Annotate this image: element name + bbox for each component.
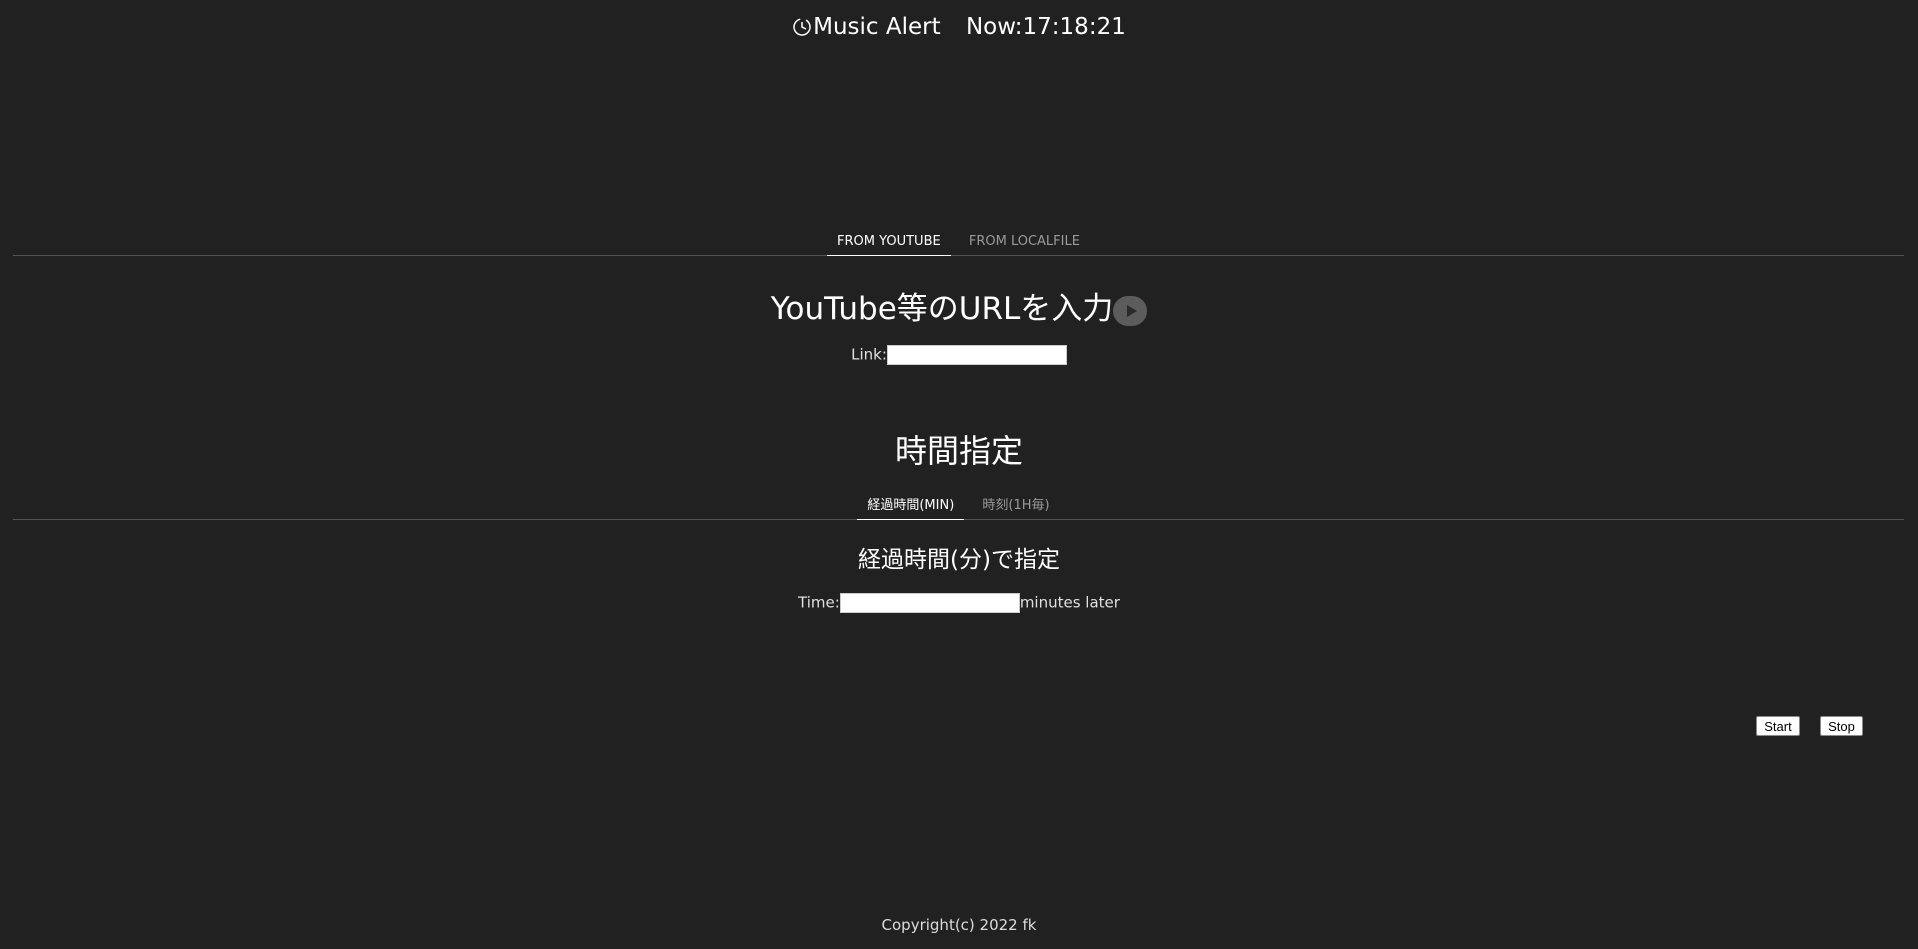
music-alert-page: Music Alert Now:17:18:21 FROM YOUTUBE FR… bbox=[0, 0, 1918, 949]
link-row: Link: bbox=[0, 345, 1918, 365]
youtube-play-icon bbox=[1113, 296, 1148, 326]
footer-copyright: Copyright(c) 2022 fk bbox=[881, 916, 1037, 934]
elapsed-heading: 経過時間(分)で指定 bbox=[858, 547, 1060, 573]
tab-hourly-time[interactable]: 時刻(1H毎) bbox=[972, 494, 1059, 519]
source-tabs: FROM YOUTUBE FROM LOCALFILE bbox=[13, 234, 1904, 256]
stop-button[interactable]: Stop bbox=[1820, 716, 1863, 736]
tab-from-localfile[interactable]: FROM LOCALFILE bbox=[959, 234, 1090, 255]
link-label: Link: bbox=[851, 345, 887, 364]
tab-from-youtube[interactable]: FROM YOUTUBE bbox=[827, 234, 951, 256]
time-tabs: 経過時間(MIN) 時刻(1H毎) bbox=[13, 494, 1904, 520]
app-header: Music Alert Now:17:18:21 bbox=[0, 14, 1918, 43]
tab-elapsed-min[interactable]: 経過時間(MIN) bbox=[857, 494, 965, 520]
clock-icon bbox=[792, 17, 812, 43]
youtube-heading-text: YouTube等のURLを入力 bbox=[770, 291, 1114, 327]
link-input[interactable] bbox=[886, 345, 1067, 365]
youtube-heading: YouTube等のURLを入力 bbox=[0, 283, 1918, 328]
minutes-later-label: minutes later bbox=[1019, 593, 1120, 612]
time-heading: 時間指定 bbox=[894, 432, 1023, 470]
time-row: Time: minutes later bbox=[0, 593, 1918, 613]
time-label: Time: bbox=[798, 593, 840, 612]
minutes-input[interactable] bbox=[839, 593, 1020, 613]
app-title: Music Alert bbox=[813, 14, 941, 40]
start-button[interactable]: Start bbox=[1756, 716, 1800, 736]
current-time: Now:17:18:21 bbox=[965, 14, 1126, 40]
